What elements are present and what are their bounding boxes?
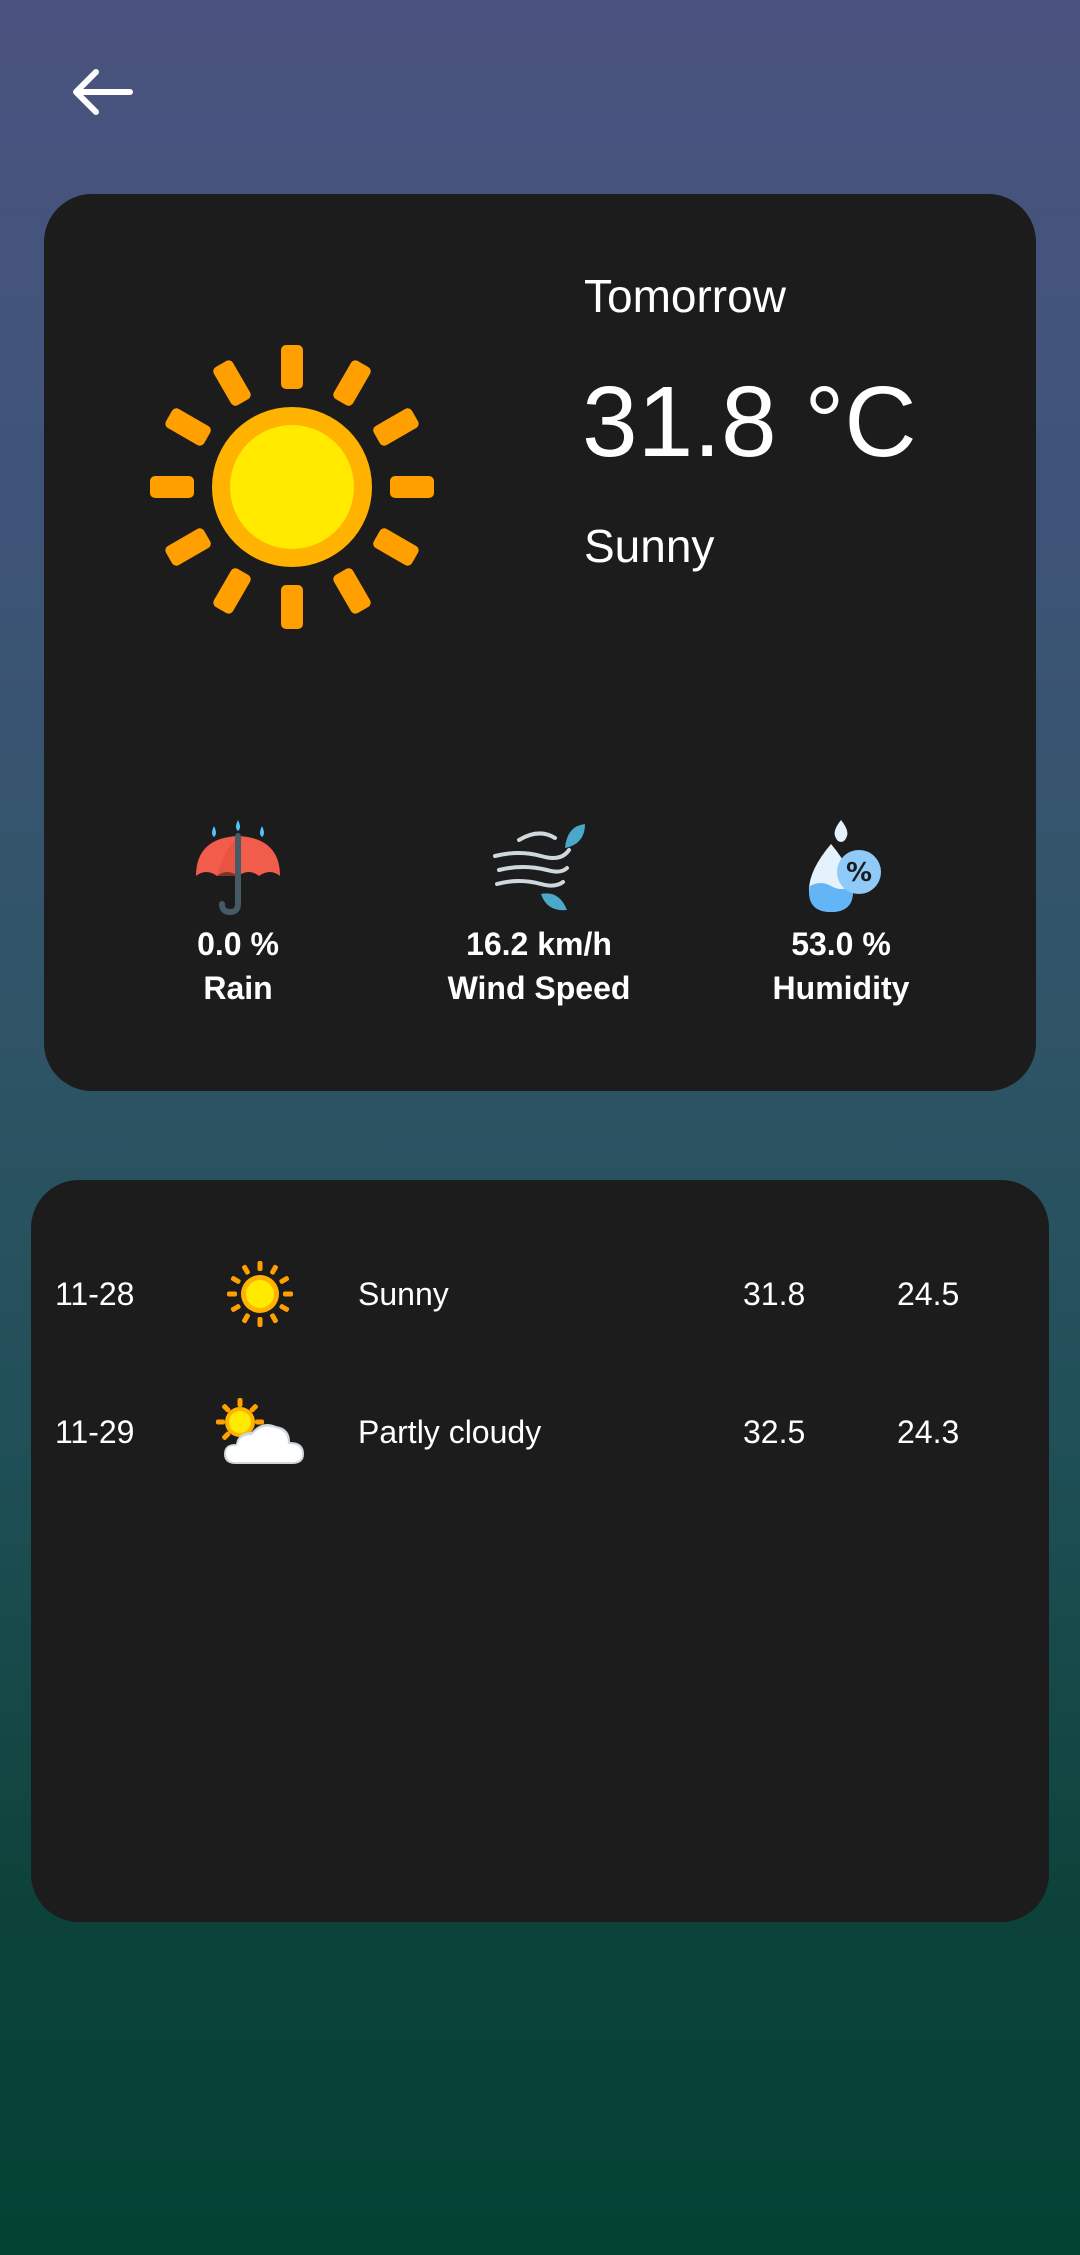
rain-stat: 0.0 % Rain xyxy=(98,820,378,1010)
sun-icon xyxy=(145,340,439,634)
forecast-condition: Sunny xyxy=(358,1276,449,1312)
wind-speed-value: 16.2 km/h xyxy=(466,926,612,962)
forecast-condition: Partly cloudy xyxy=(358,1414,542,1450)
rain-value: 0.0 % xyxy=(197,926,279,962)
sun-icon xyxy=(205,1239,315,1349)
condition-label: Sunny xyxy=(584,520,715,572)
back-button[interactable] xyxy=(60,60,144,124)
forecast-low-temp: 24.5 xyxy=(897,1276,960,1312)
forecast-low-temp: 24.3 xyxy=(897,1414,960,1450)
forecast-high-temp: 31.8 xyxy=(743,1276,806,1312)
humidity-value: 53.0 % xyxy=(791,926,891,962)
wind-speed-label: Wind Speed xyxy=(447,970,631,1006)
forecast-high-temp: 32.5 xyxy=(743,1414,806,1450)
temperature-value: 31.8 °C xyxy=(582,366,917,478)
umbrella-rain-icon xyxy=(188,820,288,916)
humidity-stat: % 53.0 % Humidity xyxy=(701,820,981,1010)
forecast-row[interactable]: 11-28 Sunny 31.8 24.5 xyxy=(0,1239,1018,1349)
arrow-left-icon xyxy=(73,69,133,115)
wind-icon xyxy=(489,820,589,916)
rain-label: Rain xyxy=(203,970,273,1006)
humidity-label: Humidity xyxy=(772,970,910,1006)
svg-text:%: % xyxy=(846,858,872,888)
wind-speed-stat: 16.2 km/h Wind Speed xyxy=(399,820,679,1010)
forecast-date: 11-29 xyxy=(55,1414,135,1450)
humidity-drop-icon: % xyxy=(791,820,891,916)
partly-cloudy-icon xyxy=(205,1377,315,1487)
forecast-row[interactable]: 11-29 Partly cloudy 32.5 24.3 xyxy=(0,1377,1018,1487)
forecast-date: 11-28 xyxy=(55,1276,135,1312)
forecast-day-label: Tomorrow xyxy=(584,270,786,322)
